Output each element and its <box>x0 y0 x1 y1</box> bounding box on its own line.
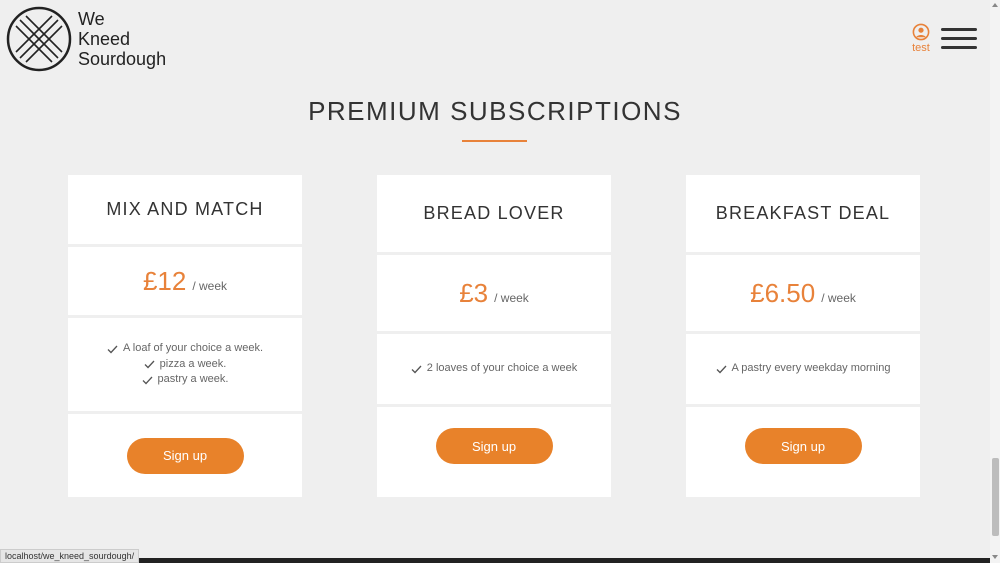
signup-button[interactable]: Sign up <box>126 437 244 474</box>
plan-title-cell: BREAKFAST DEAL <box>686 175 920 252</box>
feature-text: 2 loaves of your choice a week <box>426 362 578 375</box>
browser-status-bar: localhost/we_kneed_sourdough/ <box>0 549 140 563</box>
plan-period: / week <box>821 290 856 305</box>
vertical-scrollbar[interactable] <box>990 0 1000 563</box>
signup-button[interactable]: Sign up <box>744 428 862 464</box>
plan-card-mix-and-match: MIX AND MATCH £12 / week A loaf of your … <box>68 175 302 497</box>
feature-text: A loaf of your choice a week. <box>122 342 264 355</box>
plan-card-breakfast-deal: BREAKFAST DEAL £6.50 / week A pastry eve… <box>686 175 920 497</box>
page-title: PREMIUM SUBSCRIPTIONS <box>308 96 682 126</box>
plan-price-cell: £3 / week <box>377 255 611 331</box>
user-name: test <box>912 42 930 54</box>
check-icon <box>142 376 153 384</box>
plan-features-cell: A loaf of your choice a week. pizza a we… <box>68 318 302 411</box>
feature-text: A pastry every weekday morning <box>731 362 891 375</box>
plan-features-cell: A pastry every weekday morning <box>686 334 920 404</box>
plan-title: BREAKFAST DEAL <box>715 203 891 223</box>
plan-price: £12 <box>142 265 187 296</box>
check-icon <box>411 365 422 373</box>
scroll-up-arrow-icon[interactable] <box>992 3 998 7</box>
plan-period: / week <box>192 278 228 293</box>
logo-line-3: Sourdough <box>78 49 167 69</box>
signup-button[interactable]: Sign up <box>435 428 553 464</box>
logo-icon <box>6 6 72 72</box>
logo-line-1: We <box>78 9 105 29</box>
hamburger-menu-icon[interactable] <box>941 28 977 50</box>
plan-price: £3 <box>459 277 489 308</box>
menu-bar <box>941 28 977 31</box>
check-icon <box>107 345 118 353</box>
menu-bar <box>941 46 977 49</box>
footer-edge <box>120 558 990 563</box>
plan-signup-cell: Sign up <box>68 414 302 497</box>
plan-title: MIX AND MATCH <box>106 199 264 219</box>
plan-title-cell: BREAD LOVER <box>377 175 611 252</box>
feature-text: pastry a week. <box>157 373 229 386</box>
scrollbar-thumb[interactable] <box>992 458 999 536</box>
site-logo[interactable]: We Kneed Sourdough <box>6 6 166 72</box>
plan-period: / week <box>494 290 529 305</box>
user-account[interactable]: test <box>908 23 934 55</box>
plan-title-cell: MIX AND MATCH <box>68 175 302 244</box>
plan-price: £6.50 <box>750 277 816 308</box>
menu-bar <box>941 37 977 40</box>
scroll-down-arrow-icon[interactable] <box>992 555 998 559</box>
plan-title: BREAD LOVER <box>423 203 565 223</box>
user-circle-icon <box>912 23 930 41</box>
feature-item: pizza a week. <box>144 357 227 373</box>
plan-signup-cell: Sign up <box>686 407 920 497</box>
plan-card-bread-lover: BREAD LOVER £3 / week 2 loaves of your c… <box>377 175 611 497</box>
plan-features-cell: 2 loaves of your choice a week <box>377 334 611 404</box>
plan-signup-cell: Sign up <box>377 407 611 497</box>
check-icon <box>144 360 155 369</box>
logo-line-2: Kneed <box>78 29 131 49</box>
logo-text: We Kneed Sourdough <box>78 9 166 69</box>
feature-item: A pastry every weekday morning <box>716 361 891 377</box>
plan-price-cell: £12 / week <box>68 247 302 315</box>
feature-item: pastry a week. <box>142 372 229 388</box>
plan-price-cell: £6.50 / week <box>686 255 920 331</box>
title-underline <box>462 140 527 142</box>
feature-item: 2 loaves of your choice a week <box>411 361 577 377</box>
feature-text: pizza a week. <box>159 357 227 370</box>
feature-item: A loaf of your choice a week. <box>107 341 263 357</box>
check-icon <box>716 365 726 373</box>
